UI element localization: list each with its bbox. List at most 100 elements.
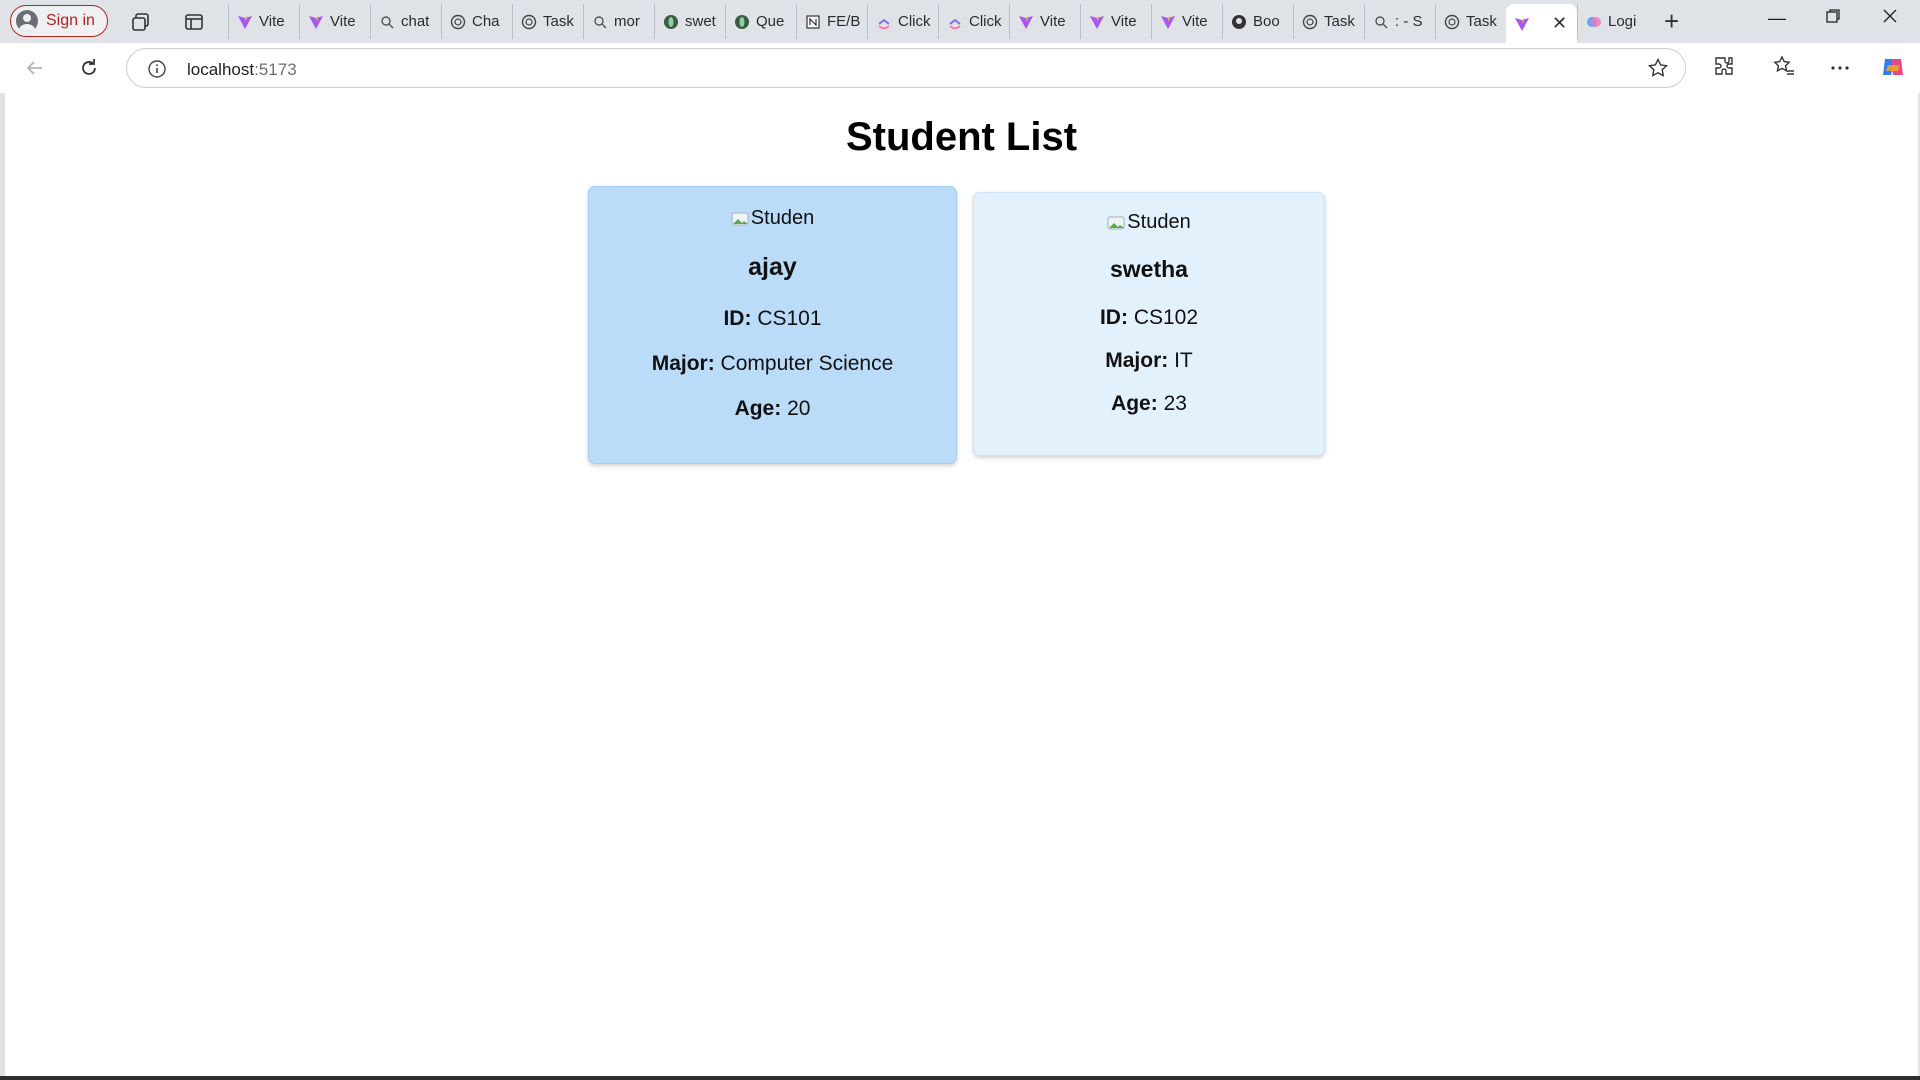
site-info-icon[interactable] [147,59,167,84]
tab[interactable]: Vite [228,4,299,39]
tab[interactable]: Boo [1222,4,1293,39]
tab-label: chat [401,13,430,30]
tab-label: Task [543,13,574,30]
tab-label: FE/B [827,13,861,30]
tab-label: Cha [472,13,500,30]
student-id: CS101 [757,307,822,330]
id-label: ID: [1099,306,1128,329]
clickup-icon [947,14,963,30]
copilot-icon [1586,14,1602,30]
tab[interactable]: FE/B [796,4,867,39]
student-major-row: Major: Computer Science [589,352,956,376]
reload-icon [82,59,96,75]
close-tab-icon[interactable]: ✕ [1552,13,1567,34]
tab-active[interactable]: ✕ [1506,4,1577,43]
tab[interactable]: Que [725,4,796,39]
sign-in-button[interactable]: Sign in [10,5,108,37]
student-major: IT [1174,349,1193,372]
url-host: localhost [187,60,255,79]
tab-label: swet [685,13,716,30]
student-image-alt: Studen [750,207,815,229]
tab[interactable]: : - S [1364,4,1435,39]
tab-label: Task [1466,13,1497,30]
more-options-icon[interactable] [1828,56,1852,85]
tab-label: Que [756,13,785,30]
chatgpt-icon [450,14,466,30]
student-major-row: Major: IT [974,349,1324,373]
tab[interactable]: chat [370,4,441,39]
workspaces-icon[interactable] [128,9,154,35]
taskbar-edge [0,1076,1920,1080]
profile-avatar-icon [16,10,38,32]
tab-label: Logi [1608,13,1637,30]
student-id-row: ID: CS102 [974,306,1324,330]
new-tab-button[interactable]: + [1664,6,1679,37]
tab-label: Vite [259,13,285,30]
chatgpt-icon [1444,14,1460,30]
tab-strip: Sign in Vite Vite chat Cha Task mor swet Que FE/… [0,0,1920,43]
tab[interactable]: Vite [1080,4,1151,39]
address-bar[interactable]: localhost:5173 [126,48,1686,88]
reload-button[interactable] [75,54,103,82]
copilot-icon[interactable] [1879,53,1907,86]
student-name: ajay [748,253,797,281]
favorite-star-icon[interactable] [1647,57,1669,84]
tab-label: Boo [1253,13,1280,30]
student-image: Studen [1107,211,1191,234]
tab[interactable]: Vite [1151,4,1222,39]
tab-label: Click [898,13,931,30]
sign-in-label: Sign in [46,12,95,29]
close-window-button[interactable] [1882,8,1898,29]
tab[interactable]: Task [1435,4,1506,39]
back-button[interactable] [21,54,49,82]
tab[interactable]: Cha [441,4,512,39]
chatgpt-icon [1302,14,1318,30]
vertical-tabs-icon[interactable] [181,9,207,35]
student-age: 23 [1163,392,1187,415]
extensions-icon[interactable] [1712,54,1736,83]
id-label: ID: [723,307,752,330]
tab[interactable]: Click [938,4,1009,39]
page-title: Student List [845,115,1078,159]
student-age: 20 [787,397,811,420]
student-age-row: Age: 20 [589,397,956,421]
vite-icon [1514,16,1530,32]
tab[interactable]: Vite [1009,4,1080,39]
favorites-icon[interactable] [1772,54,1796,83]
vite-icon [237,14,253,30]
student-name: swetha [1110,256,1188,282]
student-age-row: Age: 23 [974,392,1324,416]
url-port: :5173 [254,60,297,79]
student-card[interactable]: Studen swetha ID: CS102 Major: IT Age: 2… [973,192,1325,456]
student-image-alt: Studen [1127,211,1191,233]
major-label: Major: [1105,349,1169,372]
tab-label: Task [1324,13,1355,30]
tab-label: Click [969,13,1002,30]
tab[interactable]: Task [1293,4,1364,39]
browser-toolbar: localhost:5173 [0,43,1920,93]
search-icon [592,14,608,30]
chatgpt-icon [521,14,537,30]
broken-image-icon [731,212,749,225]
page-viewport: Student List Studen ajay ID: CS101 Major… [5,93,1918,1076]
minimize-button[interactable]: — [1768,8,1786,29]
tab-label: Vite [1040,13,1066,30]
clickup-icon [876,14,892,30]
student-card[interactable]: Studen ajay ID: CS101 Major: Computer Sc… [588,186,957,464]
green-leaf-icon [734,14,750,30]
student-image: Studen [731,207,814,230]
search-icon [379,14,395,30]
broken-image-icon [1107,216,1125,229]
tab[interactable]: Logi [1577,4,1648,39]
restore-button[interactable] [1825,8,1841,29]
tab[interactable]: swet [654,4,725,39]
tab[interactable]: Vite [299,4,370,39]
tab[interactable]: mor [583,4,654,39]
tab-label: : - S [1395,13,1423,30]
student-id-row: ID: CS101 [589,307,956,331]
tab[interactable]: Click [867,4,938,39]
major-label: Major: [651,352,715,375]
age-label: Age: [734,397,782,420]
tab[interactable]: Task [512,4,583,39]
tab-label: mor [614,13,640,30]
